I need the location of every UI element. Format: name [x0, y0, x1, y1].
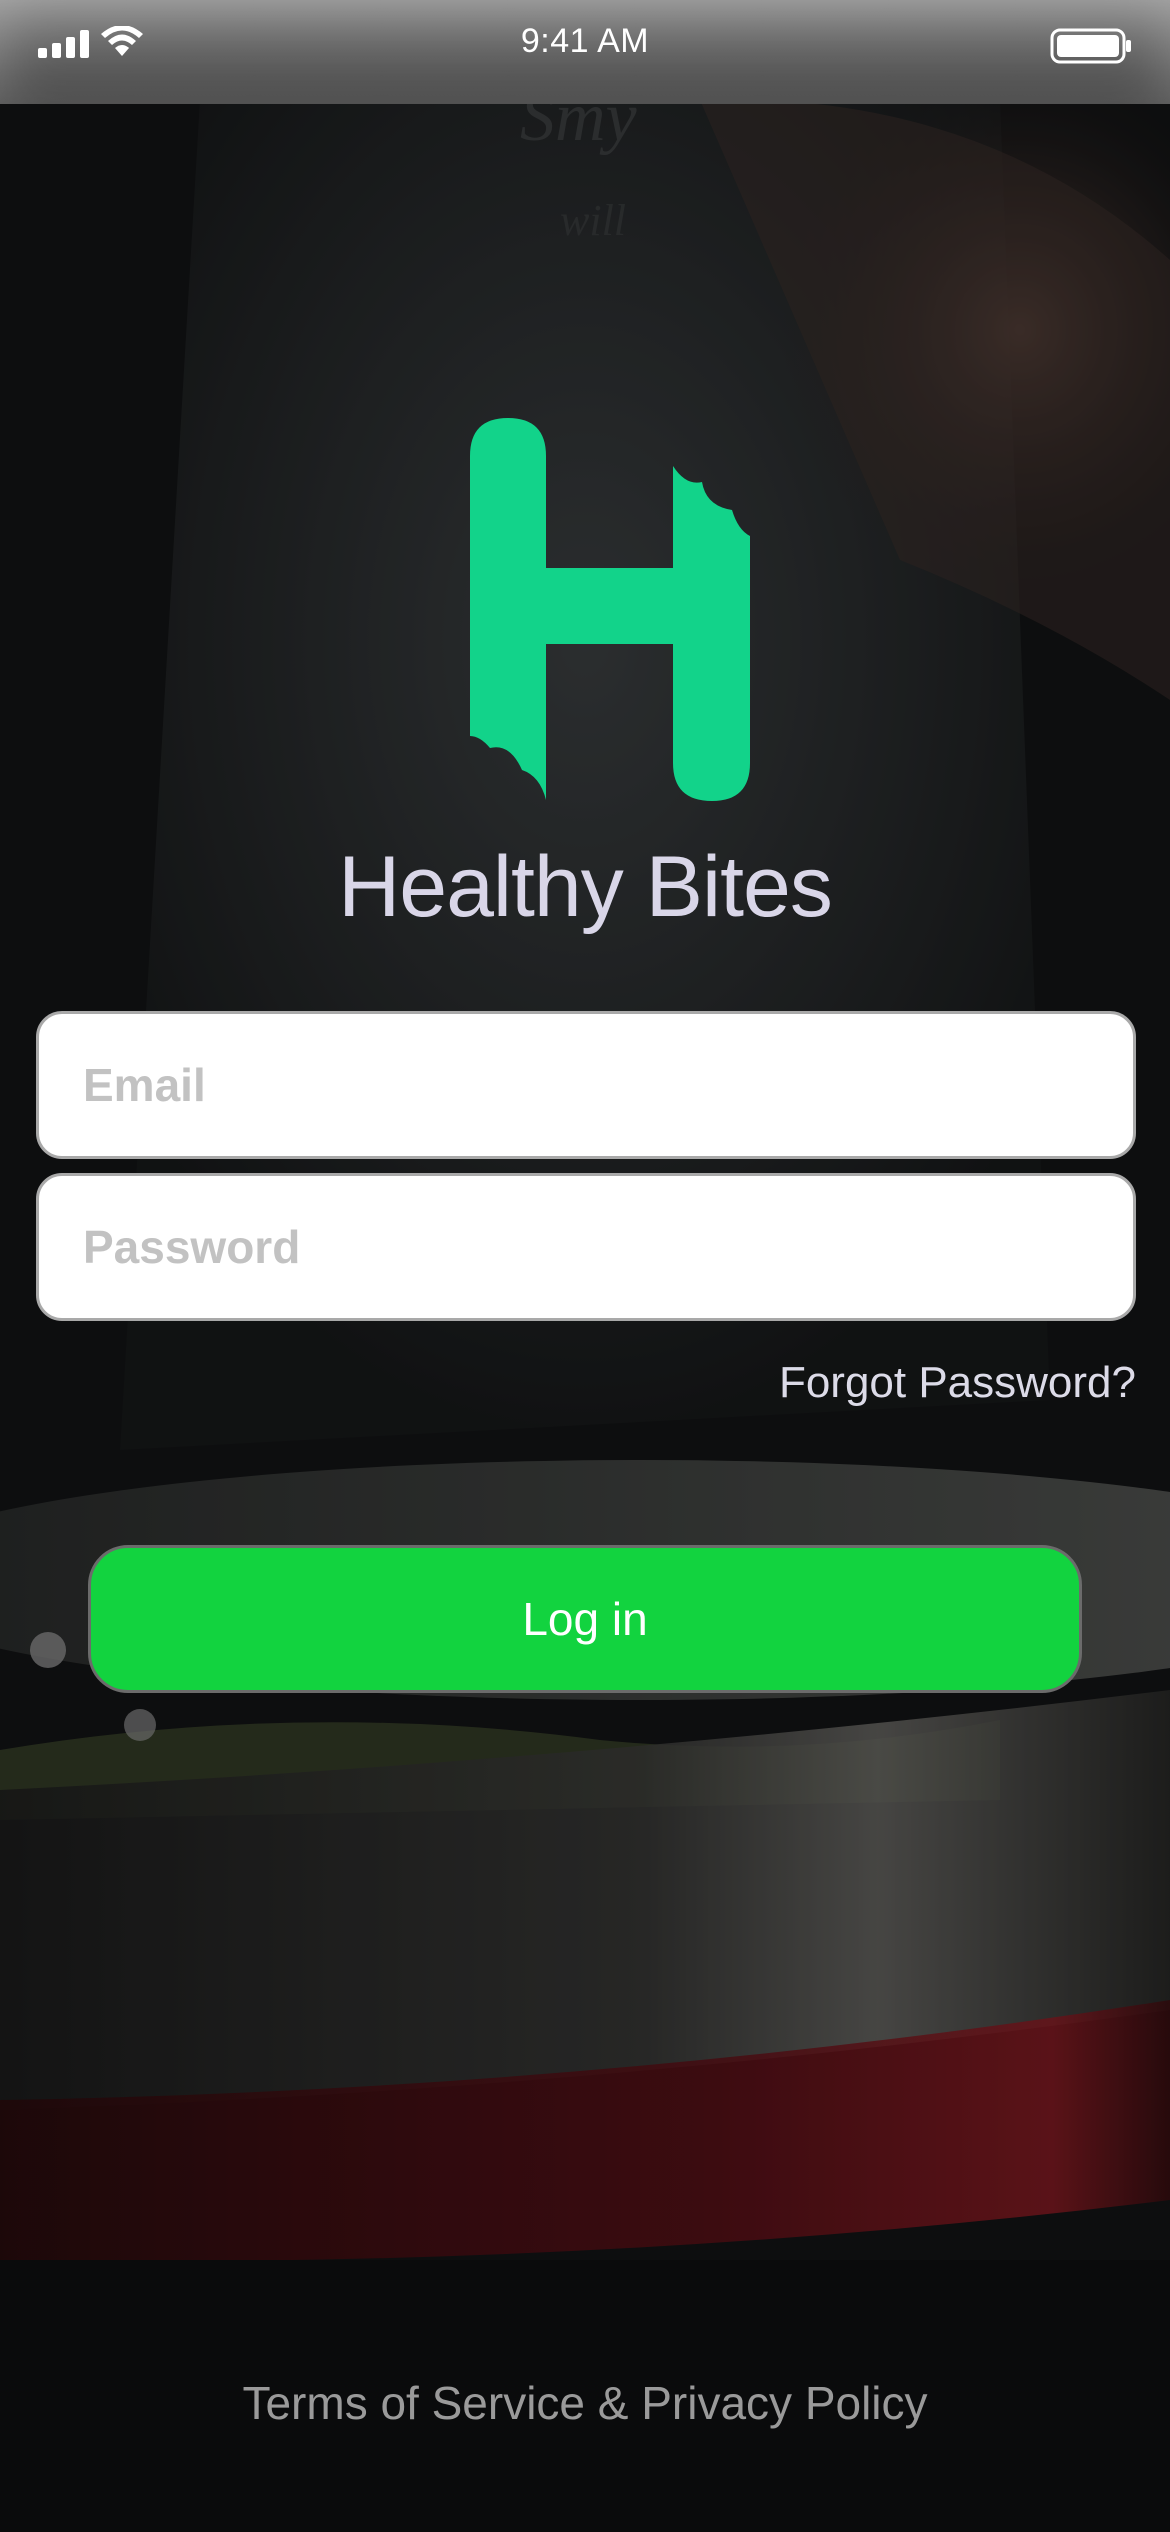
status-time: 9:41 AM: [520, 22, 650, 60]
login-screen: Smy will 9:41 AM Healthy Bites Email For…: [0, 0, 1170, 2532]
app-title: Healthy Bites: [338, 839, 833, 935]
password-input[interactable]: [83, 1176, 1083, 1318]
healthy-bites-logo-icon: [470, 418, 750, 801]
email-field[interactable]: [36, 1011, 1136, 1159]
terms-privacy-link[interactable]: Terms of Service & Privacy Policy: [0, 2376, 1170, 2430]
forgot-password-link[interactable]: Forgot Password?: [779, 1358, 1136, 1408]
status-bar: 9:41 AM: [0, 0, 1170, 104]
login-button[interactable]: Log in: [88, 1545, 1082, 1693]
email-input[interactable]: [83, 1014, 1083, 1156]
password-field[interactable]: [36, 1173, 1136, 1321]
